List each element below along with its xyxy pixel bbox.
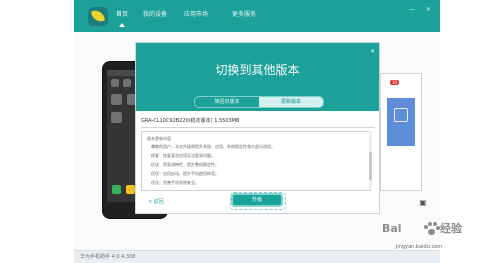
release-notes-scroll-thumb[interactable]: [369, 152, 372, 180]
status-bar: 华为手机助手 4.0.4.308: [74, 250, 440, 263]
phone-app-icon: [123, 79, 131, 87]
active-nav-indicator: [119, 23, 125, 27]
release-notes-heading: 版本更新内容: [147, 136, 171, 141]
device-side-panel: [380, 73, 422, 191]
release-note-line: 优化：界面流畅性，提升整机稳定性。: [151, 162, 219, 167]
nav-my-device[interactable]: 我的设备: [143, 11, 167, 19]
watermark-logo-text: Bai: [382, 222, 402, 235]
notification-badge: 10: [390, 80, 399, 85]
watermark-url: jingyan.baidu.com: [396, 244, 443, 250]
switch-version-dialog: ✕ 切换到其他版本 降回旧版本 更新版本 GRA-CL10C92B220(稳定版…: [136, 43, 379, 213]
watermark-brand-text: 经验: [440, 222, 462, 235]
tab-update[interactable]: 更新版本: [259, 97, 323, 107]
upgrade-button[interactable]: 升级: [232, 194, 282, 206]
nav-app-market[interactable]: 应用市场: [184, 11, 208, 19]
top-navigation-bar: 首页 我的设备 应用市场 更多服务 — ✕: [74, 0, 440, 32]
phone-app-icon: [111, 112, 122, 123]
minimize-button[interactable]: —: [409, 6, 415, 13]
paw-toe: [424, 225, 428, 229]
tab-rollback[interactable]: 降回旧版本: [195, 97, 259, 107]
phone-app-icon: [111, 79, 119, 87]
release-note-line: 优化：完善手机系统安全。: [151, 180, 199, 185]
dialog-header: ✕ 切换到其他版本 降回旧版本 更新版本: [136, 43, 379, 111]
phone-call-icon: [112, 185, 121, 194]
release-note-line: 优化：应用启动，提升手机使用体验。: [151, 171, 219, 176]
device-tile-icon: [387, 98, 415, 146]
contacts-icon: [126, 185, 135, 194]
close-icon[interactable]: ✕: [370, 49, 375, 55]
paw-pad: [428, 229, 435, 235]
dialog-title: 切换到其他版本: [215, 63, 300, 77]
version-text: 华为手机助手 4.0.4.308: [80, 254, 136, 260]
phone-app-icon: [111, 94, 122, 105]
version-tabs: 降回旧版本 更新版本: [194, 96, 324, 108]
shield-icon[interactable]: ▣: [418, 198, 428, 208]
nav-more-services[interactable]: 更多服务: [232, 11, 256, 19]
baidu-paw-icon: [423, 221, 440, 237]
nav-home[interactable]: 首页: [116, 11, 128, 19]
app-logo-icon: [88, 7, 108, 26]
close-window-button[interactable]: ✕: [426, 6, 431, 13]
back-link[interactable]: < 返回: [148, 199, 164, 205]
version-selector[interactable]: GRA-CL10C92B220(稳定版本) 1.5503MB: [141, 115, 375, 128]
release-notes-box: 版本更新内容 尊敬的用户，本次升级将提升系统、应用、系统稳定性和大部分改进。 修…: [141, 131, 371, 191]
release-note-line: 尊敬的用户，本次升级将提升系统、应用、系统稳定性和大部分改进。: [151, 144, 275, 149]
release-note-line: 修复：修复某些应用无法登录问题。: [151, 153, 215, 158]
paw-toe: [428, 222, 432, 226]
